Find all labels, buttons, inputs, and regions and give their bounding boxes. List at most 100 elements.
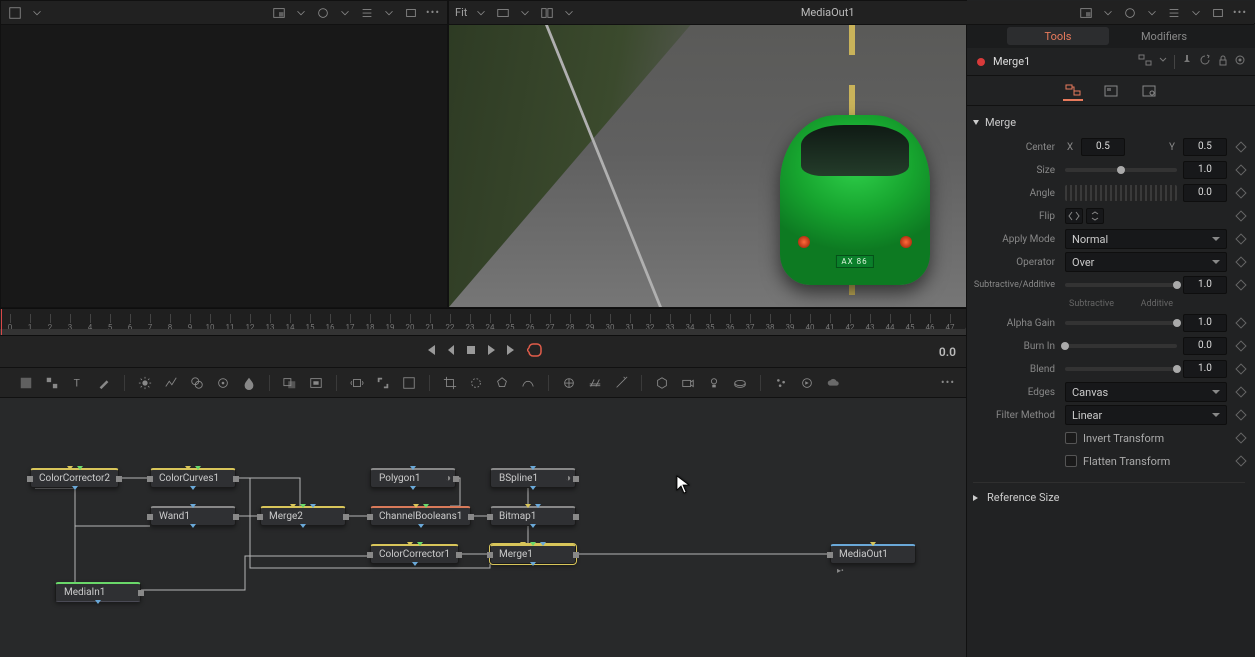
- colorcorrect-tool-icon[interactable]: [189, 375, 205, 391]
- resize-tool-icon[interactable]: [375, 375, 391, 391]
- keyframe-icon[interactable]: [1235, 164, 1246, 175]
- chevron-down-icon[interactable]: [29, 5, 45, 21]
- keyframe-icon[interactable]: [1235, 340, 1246, 351]
- filter-select[interactable]: Linear: [1065, 405, 1227, 425]
- lock-icon[interactable]: [1217, 54, 1229, 69]
- node-colorcurves1[interactable]: ColorCurves1: [150, 468, 236, 488]
- node-graph[interactable]: ColorCorrector2 ColorCurves1 Wand1 Merge…: [0, 398, 966, 657]
- flip-h-button[interactable]: [1065, 208, 1083, 224]
- planar-tool-icon[interactable]: [587, 375, 603, 391]
- burn-slider[interactable]: [1065, 344, 1177, 348]
- single-view-icon[interactable]: [1210, 5, 1226, 21]
- crop-tool-icon[interactable]: [442, 375, 458, 391]
- text-tool-icon[interactable]: T: [70, 375, 86, 391]
- node-channelbooleans1[interactable]: ChannelBooleans1: [370, 506, 471, 526]
- section-merge-header[interactable]: Merge: [973, 112, 1245, 135]
- subtab-settings-icon[interactable]: [1101, 81, 1121, 101]
- subtab-controls-icon[interactable]: [1063, 81, 1083, 101]
- chevron-down-icon[interactable]: [381, 5, 397, 21]
- blur-tool-icon[interactable]: [241, 375, 257, 391]
- transform-tool-icon[interactable]: [349, 375, 365, 391]
- more-icon[interactable]: •••: [425, 5, 441, 21]
- keyframe-icon[interactable]: [1235, 141, 1246, 152]
- shape3d-tool-icon[interactable]: [732, 375, 748, 391]
- node-bitmap1[interactable]: Bitmap1: [490, 506, 576, 526]
- keyframe-icon[interactable]: [1235, 409, 1246, 420]
- size-slider[interactable]: [1065, 168, 1177, 172]
- options-list-icon[interactable]: [1166, 5, 1182, 21]
- flip-v-button[interactable]: [1086, 208, 1104, 224]
- brightness-tool-icon[interactable]: [137, 375, 153, 391]
- reset-icon[interactable]: [1199, 54, 1211, 69]
- inspector-node-name[interactable]: Merge1: [993, 55, 1030, 68]
- node-polygon1[interactable]: Polygon1 ◑: [370, 468, 456, 488]
- subview-icon[interactable]: [271, 5, 287, 21]
- angle-input[interactable]: 0.0: [1183, 184, 1227, 202]
- more-icon[interactable]: •••: [940, 375, 956, 391]
- chevron-down-icon[interactable]: [1158, 55, 1168, 68]
- keyframe-icon[interactable]: [1235, 187, 1246, 198]
- subview-icon[interactable]: [1078, 5, 1094, 21]
- polygon-mask-icon[interactable]: [494, 375, 510, 391]
- flatten-checkbox[interactable]: [1065, 455, 1077, 467]
- center-x-input[interactable]: 0.5: [1081, 138, 1125, 156]
- keyframe-icon[interactable]: [1235, 317, 1246, 328]
- more-icon[interactable]: •••: [1232, 5, 1248, 21]
- chevron-down-icon[interactable]: [1100, 5, 1116, 21]
- rectangle-icon[interactable]: [495, 5, 511, 21]
- last-frame-button[interactable]: [505, 343, 519, 360]
- node-colorcorrector1[interactable]: ColorCorrector1: [370, 544, 459, 564]
- paint-tool-icon[interactable]: [96, 375, 112, 391]
- light-tool-icon[interactable]: [706, 375, 722, 391]
- blend-slider[interactable]: [1065, 367, 1177, 371]
- burn-input[interactable]: 0.0: [1183, 337, 1227, 355]
- section-reference-header[interactable]: Reference Size: [973, 482, 1245, 510]
- subadd-input[interactable]: 1.0: [1183, 276, 1227, 294]
- chevron-down-icon[interactable]: [337, 5, 353, 21]
- color-icon[interactable]: [315, 5, 331, 21]
- fastnoise-tool-icon[interactable]: [44, 375, 60, 391]
- render-tool-icon[interactable]: [799, 375, 815, 391]
- tracker-tool-icon[interactable]: [561, 375, 577, 391]
- keyframe-icon[interactable]: [1235, 363, 1246, 374]
- viewer-lut-icon[interactable]: [7, 5, 23, 21]
- angle-dial[interactable]: [1065, 185, 1177, 201]
- chevron-down-icon[interactable]: [561, 5, 577, 21]
- keyframe-icon[interactable]: [1235, 233, 1246, 244]
- node-colorcorrector2[interactable]: ColorCorrector2: [30, 468, 119, 488]
- keyframe-icon[interactable]: [1235, 279, 1246, 290]
- matte-tool-icon[interactable]: [308, 375, 324, 391]
- chevron-down-icon[interactable]: [473, 5, 489, 21]
- 3d-tool-icon[interactable]: [654, 375, 670, 391]
- color-icon[interactable]: [1122, 5, 1138, 21]
- particle-tool-icon[interactable]: [773, 375, 789, 391]
- node-merge2[interactable]: Merge2: [260, 506, 346, 526]
- node-wand1[interactable]: Wand1: [150, 506, 236, 526]
- time-ruler[interactable]: 0123456789101112131415161718192021222324…: [0, 308, 966, 336]
- cloud-tool-icon[interactable]: [825, 375, 841, 391]
- keyframe-icon[interactable]: [1235, 386, 1246, 397]
- step-back-button[interactable]: [445, 344, 457, 359]
- keyframe-icon[interactable]: [1235, 256, 1246, 267]
- cc-tool-icon[interactable]: [401, 375, 417, 391]
- alpha-gain-input[interactable]: 1.0: [1183, 314, 1227, 332]
- wand-tool-icon[interactable]: [613, 375, 629, 391]
- fit-label[interactable]: Fit: [455, 6, 467, 19]
- versions-icon[interactable]: [1138, 54, 1152, 69]
- background-tool-icon[interactable]: [18, 375, 34, 391]
- operator-select[interactable]: Over: [1065, 252, 1227, 272]
- camera-tool-icon[interactable]: [680, 375, 696, 391]
- node-bspline1[interactable]: BSpline1 ◑: [490, 468, 576, 488]
- size-input[interactable]: 1.0: [1183, 161, 1227, 179]
- keyframe-icon[interactable]: [1235, 432, 1246, 443]
- subtab-common-icon[interactable]: [1139, 81, 1159, 101]
- invert-checkbox[interactable]: [1065, 432, 1077, 444]
- keyframe-icon[interactable]: [1235, 210, 1246, 221]
- subadd-slider[interactable]: [1065, 283, 1177, 287]
- options-list-icon[interactable]: [359, 5, 375, 21]
- chevron-down-icon[interactable]: [1144, 5, 1160, 21]
- keyframe-icon[interactable]: [1235, 455, 1246, 466]
- blend-input[interactable]: 1.0: [1183, 360, 1227, 378]
- hue-tool-icon[interactable]: [215, 375, 231, 391]
- stop-button[interactable]: [465, 344, 477, 359]
